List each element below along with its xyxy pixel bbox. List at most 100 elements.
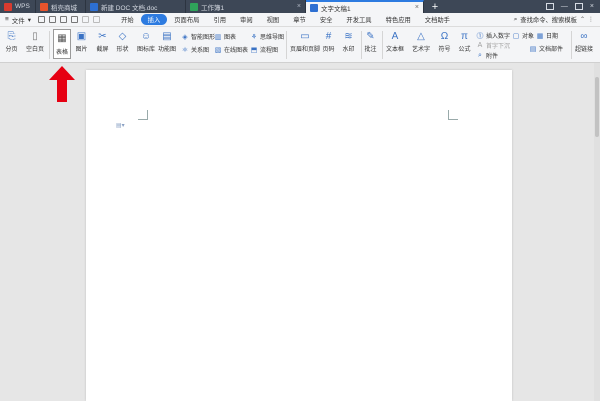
shape-icon: ◇ (118, 30, 127, 42)
hyperlink-button[interactable]: ∞ 超链接 (575, 30, 593, 54)
spreadsheet-icon (190, 2, 198, 11)
tab-features[interactable]: 特色应用 (379, 14, 418, 25)
tab-section[interactable]: 章节 (286, 14, 313, 25)
skin-icon[interactable] (545, 3, 554, 10)
divider (286, 31, 287, 59)
new-tab-button[interactable]: + (428, 0, 442, 13)
drop-cap-button[interactable]: A 首字下沉 (476, 41, 510, 50)
divider (49, 31, 50, 59)
paging-button[interactable]: ⎘ 分页 (5, 30, 18, 54)
relation-chart-button[interactable]: ⚛ 关系图 (181, 45, 209, 55)
vertical-scrollbar[interactable] (594, 63, 600, 401)
expand-ribbon-icon[interactable]: ⌃ (580, 16, 585, 23)
ribbon-tabs: 开始 插入 页面布局 引用 审阅 视图 章节 安全 开发工具 特色应用 文档助手 (114, 14, 457, 25)
watermark-button[interactable]: ≋ 水印 (342, 30, 355, 54)
doc-parts-icon: ▤ (529, 45, 537, 53)
doc-parts-button[interactable]: ▤ 文档部件 (529, 44, 563, 54)
smart-shape-icon: ◈ (182, 33, 188, 41)
tab-workbook[interactable]: 工作簿1 × (186, 0, 306, 13)
minimize-button[interactable]: — (561, 3, 568, 10)
table-button[interactable]: ▦ 表格 (53, 29, 71, 59)
file-menu[interactable]: ≡ 文件 ▾ (0, 15, 36, 25)
margin-marker-top-right (448, 110, 458, 120)
comment-icon: ✎ (366, 30, 375, 42)
number-icon: ⓵ (476, 32, 484, 40)
watermark-icon: ≋ (344, 30, 353, 42)
smart-shape-button[interactable]: ◈ 智能图形 (181, 32, 215, 42)
insert-number-button[interactable]: ⓵ 插入数字 (476, 31, 511, 41)
doc-icon (310, 3, 318, 12)
scrollbar-thumb[interactable] (595, 77, 599, 137)
online-chart-icon: ▧ (214, 46, 222, 54)
tab-home[interactable]: 开始 (114, 14, 141, 25)
mind-map-icon: ⚘ (250, 33, 258, 41)
shape-button[interactable]: ◇ 形状 (116, 30, 129, 54)
formula-button[interactable]: π 公式 (458, 30, 471, 54)
tab-insert[interactable]: 插入 (140, 14, 168, 25)
save-icon[interactable] (38, 16, 46, 23)
undo-icon[interactable] (82, 16, 90, 23)
command-search[interactable]: ⌕ 查找命令、搜索模板 ⌃ ⋮ (513, 15, 600, 25)
link-icon: ∞ (580, 30, 588, 42)
chart-button[interactable]: ▥ 图表 (214, 32, 236, 42)
object-icon: ▢ (512, 32, 520, 40)
tab-review[interactable]: 审阅 (233, 14, 260, 25)
tab-references[interactable]: 引用 (206, 14, 233, 25)
table-icon: ▦ (57, 33, 67, 44)
pi-icon: π (461, 30, 468, 42)
wps-logo-icon (4, 2, 12, 11)
page-number-icon: # (325, 30, 332, 42)
page-break-icon: ⎘ (7, 30, 16, 42)
date-button[interactable]: ▦ 日期 (536, 31, 558, 41)
doc-icon (90, 2, 98, 11)
symbol-button[interactable]: Ω 符号 (438, 30, 451, 54)
close-icon[interactable]: × (297, 3, 301, 10)
tab-new-doc[interactable]: 新建 DOC 文档.doc (86, 0, 186, 13)
close-icon[interactable]: × (415, 4, 419, 11)
chevron-down-icon: ▾ (27, 16, 32, 24)
function-chart-button[interactable]: ▤ 功能图 (158, 30, 176, 54)
flowchart-button[interactable]: ⬒ 流程图 (250, 45, 278, 55)
store-icon (40, 2, 48, 11)
page-number-button[interactable]: # 页码 (322, 30, 335, 54)
paragraph-icon[interactable]: ▤▾ (116, 122, 125, 129)
divider (382, 31, 383, 59)
tab-developer[interactable]: 开发工具 (339, 14, 378, 25)
function-chart-icon: ▤ (162, 30, 172, 42)
tab-docer-store[interactable]: 稻壳商城 (36, 0, 86, 13)
attachment-button[interactable]: ⌕ 附件 (476, 51, 498, 61)
window-controls: — × (545, 0, 600, 13)
print-icon[interactable] (60, 16, 68, 23)
tab-page-layout[interactable]: 页面布局 (167, 14, 206, 25)
document-page[interactable]: ▤▾ (86, 70, 512, 401)
tab-doc-assistant[interactable]: 文档助手 (418, 14, 457, 25)
screenshot-button[interactable]: ✂ 截屏 (96, 30, 109, 54)
divider (361, 31, 362, 59)
blank-page-button[interactable]: ▯ 空白页 (26, 30, 44, 54)
picture-icon: ▣ (76, 30, 87, 42)
header-footer-icon: ▭ (300, 30, 310, 42)
art-text-button[interactable]: △ 艺术字 (412, 30, 430, 54)
tab-text-doc[interactable]: 文字文稿1 × (306, 0, 424, 13)
header-footer-button[interactable]: ▭ 页眉和页脚 (290, 30, 320, 54)
comment-button[interactable]: ✎ 批注 (364, 30, 377, 54)
search-icon: ⌕ (513, 15, 518, 23)
redo-icon[interactable] (93, 16, 101, 23)
mind-map-button[interactable]: ⚘ 思维导图 (250, 32, 284, 42)
online-chart-button[interactable]: ▧ 在线图表 (214, 45, 248, 55)
menu-bar: ≡ 文件 ▾ 开始 插入 页面布局 引用 审阅 视图 章节 安全 开发工具 特色… (0, 13, 600, 27)
tab-view[interactable]: 视图 (260, 14, 287, 25)
close-window-button[interactable]: × (590, 3, 594, 10)
textbox-button[interactable]: A 文本框 (386, 30, 404, 54)
icon-library-button[interactable]: ☺ 图标库 (137, 30, 155, 54)
picture-button[interactable]: ▣ 图片 (75, 30, 88, 54)
chart-icon: ▥ (214, 33, 222, 41)
more-icon[interactable]: ⋮ (588, 16, 594, 23)
maximize-button[interactable] (574, 3, 583, 10)
tab-security[interactable]: 安全 (313, 14, 340, 25)
tab-wps[interactable]: WPS (0, 0, 36, 13)
export-pdf-icon[interactable] (49, 16, 57, 23)
omega-icon: Ω (440, 30, 449, 42)
object-button[interactable]: ▢ 对象 (512, 31, 534, 41)
print-preview-icon[interactable] (71, 16, 79, 23)
